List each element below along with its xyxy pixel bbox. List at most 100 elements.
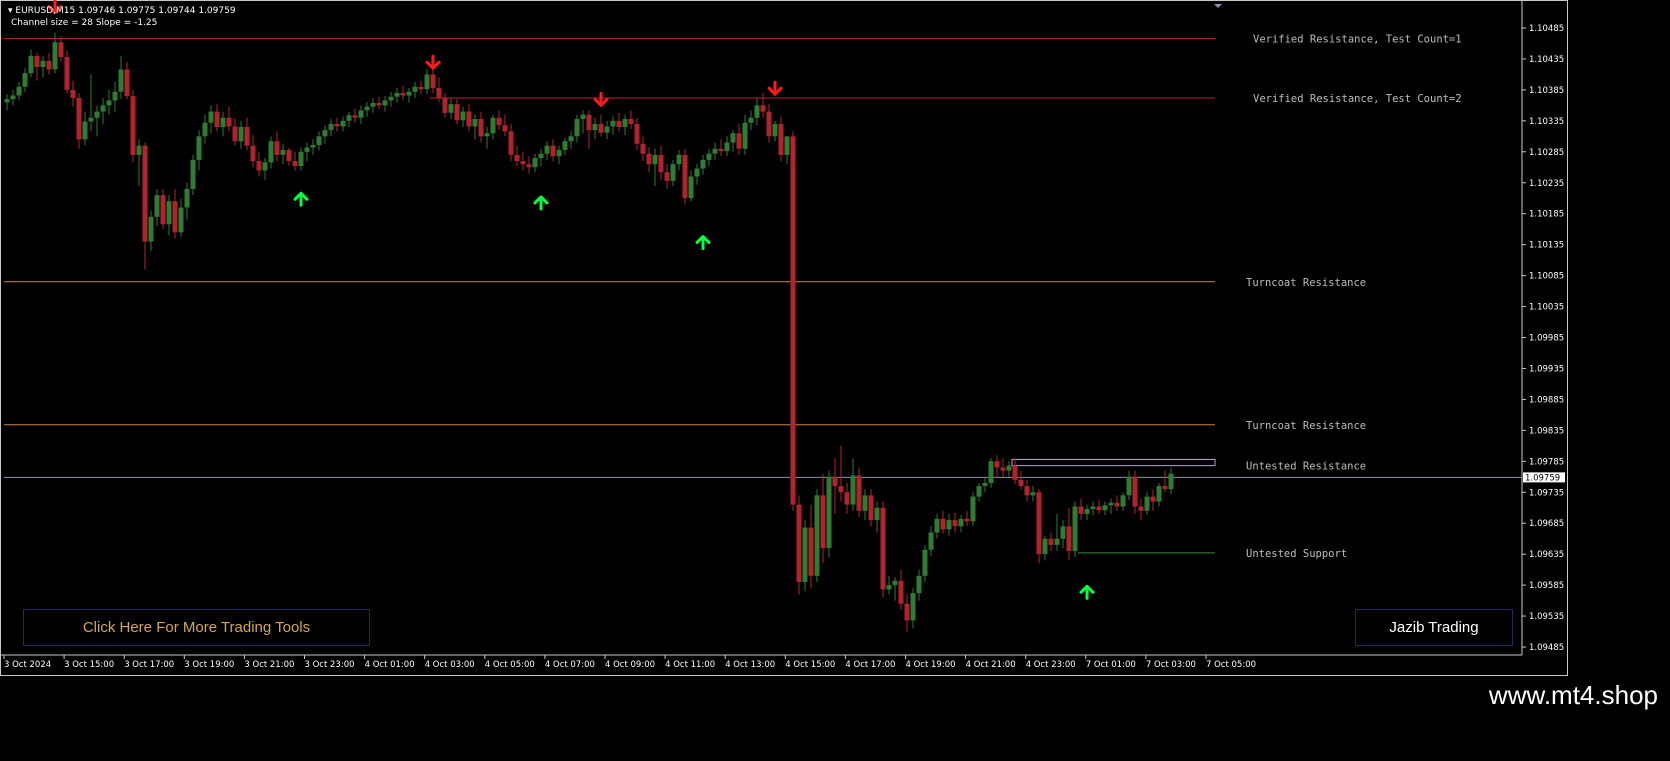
candle-body: [514, 154, 520, 162]
candle-body: [928, 532, 934, 550]
y-tick-label: 1.09635: [1529, 550, 1564, 560]
candle-body: [256, 161, 262, 171]
candle-body: [1126, 476, 1132, 496]
candle-body: [484, 133, 490, 137]
candle-body: [538, 153, 544, 158]
candle-body: [544, 145, 550, 154]
y-tick-label: 1.09735: [1529, 488, 1564, 498]
candle-body: [94, 111, 100, 118]
x-tick-label: 3 Oct 19:00: [184, 660, 234, 670]
candle-body: [346, 115, 352, 121]
candle-body: [760, 105, 766, 112]
candle-body: [16, 86, 22, 96]
y-tick-label: 1.09535: [1529, 612, 1564, 622]
price-chart[interactable]: 1.10485 1.10435 1.10385 1.10335 1.10285 1.102…: [0, 0, 1568, 676]
y-tick-label: 1.10035: [1529, 303, 1564, 313]
zone-label: Turncoat Resistance: [1246, 420, 1366, 432]
buy-arrow-icon: [293, 191, 309, 207]
candle-body: [1156, 486, 1162, 502]
candle-body: [142, 145, 148, 242]
sell-arrow-icon: [767, 80, 783, 96]
candle-body: [1018, 479, 1024, 487]
y-tick-label: 1.10285: [1529, 148, 1564, 158]
candle-body: [874, 507, 880, 521]
y-tick-label: 1.10385: [1529, 86, 1564, 96]
candle-body: [352, 115, 358, 118]
candle-body: [808, 527, 814, 576]
candle-body: [82, 121, 88, 140]
candle-body: [1012, 465, 1018, 480]
candle-body: [556, 149, 562, 157]
candle-body: [34, 55, 40, 67]
x-tick-label: 4 Oct 21:00: [966, 660, 1016, 670]
sell-arrow-icon: [425, 54, 441, 70]
candle-body: [988, 461, 994, 483]
candle-body: [118, 69, 124, 92]
candle-body: [832, 476, 838, 487]
x-tick-label: 3 Oct 23:00: [305, 660, 355, 670]
y-tick-label: 1.10085: [1529, 272, 1564, 282]
x-tick-label: 4 Oct 13:00: [725, 660, 775, 670]
candle-body: [382, 100, 388, 106]
candle-body: [1006, 465, 1012, 471]
candle-body: [292, 161, 298, 167]
candle-body: [376, 102, 382, 106]
collapse-triangle-icon[interactable]: ▾: [8, 6, 13, 16]
candle-body: [1036, 492, 1042, 555]
candle-body: [370, 102, 376, 107]
candle-body: [688, 176, 694, 199]
symbol-header: ▾ EURUSD,M15 1.09746 1.09775 1.09744 1.0…: [8, 6, 236, 16]
y-tick-label: 1.10485: [1529, 24, 1564, 34]
candle-body: [1108, 502, 1114, 506]
candle-body: [424, 74, 430, 90]
zone-label: Verified Resistance, Test Count=2: [1253, 93, 1462, 105]
candle-body: [190, 159, 196, 189]
candle-body: [202, 122, 208, 137]
y-tick-label: 1.10435: [1529, 55, 1564, 65]
candle-body: [640, 143, 646, 154]
candle-body: [1054, 538, 1060, 545]
candle-body: [268, 141, 274, 163]
candle-body: [826, 476, 832, 548]
candle-body: [178, 207, 184, 233]
more-trading-tools-button[interactable]: Click Here For More Trading Tools: [23, 609, 370, 646]
x-tick-label: 4 Oct 03:00: [425, 660, 475, 670]
candle-body: [856, 475, 862, 511]
x-tick-label: 4 Oct 23:00: [1026, 660, 1076, 670]
candle-body: [916, 575, 922, 594]
jazib-trading-button[interactable]: Jazib Trading: [1355, 609, 1513, 646]
candle-body: [244, 127, 250, 146]
x-tick-label: 3 Oct 17:00: [124, 660, 174, 670]
candle-body: [724, 142, 730, 152]
candle-body: [562, 141, 568, 150]
y-tick-label: 1.09985: [1529, 334, 1564, 344]
candle-body: [532, 157, 538, 168]
chart-shift-marker-icon[interactable]: [1214, 4, 1222, 8]
candle-body: [886, 585, 892, 590]
candle-body: [358, 110, 364, 118]
candle-body: [1042, 538, 1048, 555]
candle-body: [1138, 506, 1144, 511]
candle-body: [1000, 467, 1006, 471]
candle-body: [40, 60, 46, 67]
candle-body: [508, 131, 514, 155]
candle-body: [706, 153, 712, 160]
candle-body: [958, 518, 964, 527]
candle-body: [952, 520, 958, 527]
candle-body: [406, 91, 412, 96]
candle-body: [1084, 508, 1090, 514]
candle-body: [1048, 538, 1054, 545]
candle-body: [844, 492, 850, 505]
candle-body: [88, 117, 94, 122]
x-tick-label: 4 Oct 15:00: [785, 660, 835, 670]
buy-arrow-icon: [695, 235, 711, 251]
candle-body: [166, 201, 172, 225]
x-tick-label: 7 Oct 03:00: [1146, 660, 1196, 670]
candle-body: [772, 123, 778, 137]
candle-body: [280, 149, 286, 155]
symbol-line: EURUSD,M15 1.09746 1.09775 1.09744 1.097…: [15, 6, 236, 16]
candle-body: [448, 104, 454, 113]
candle-body: [238, 127, 244, 142]
candle-body: [922, 549, 928, 576]
candle-body: [520, 161, 526, 165]
